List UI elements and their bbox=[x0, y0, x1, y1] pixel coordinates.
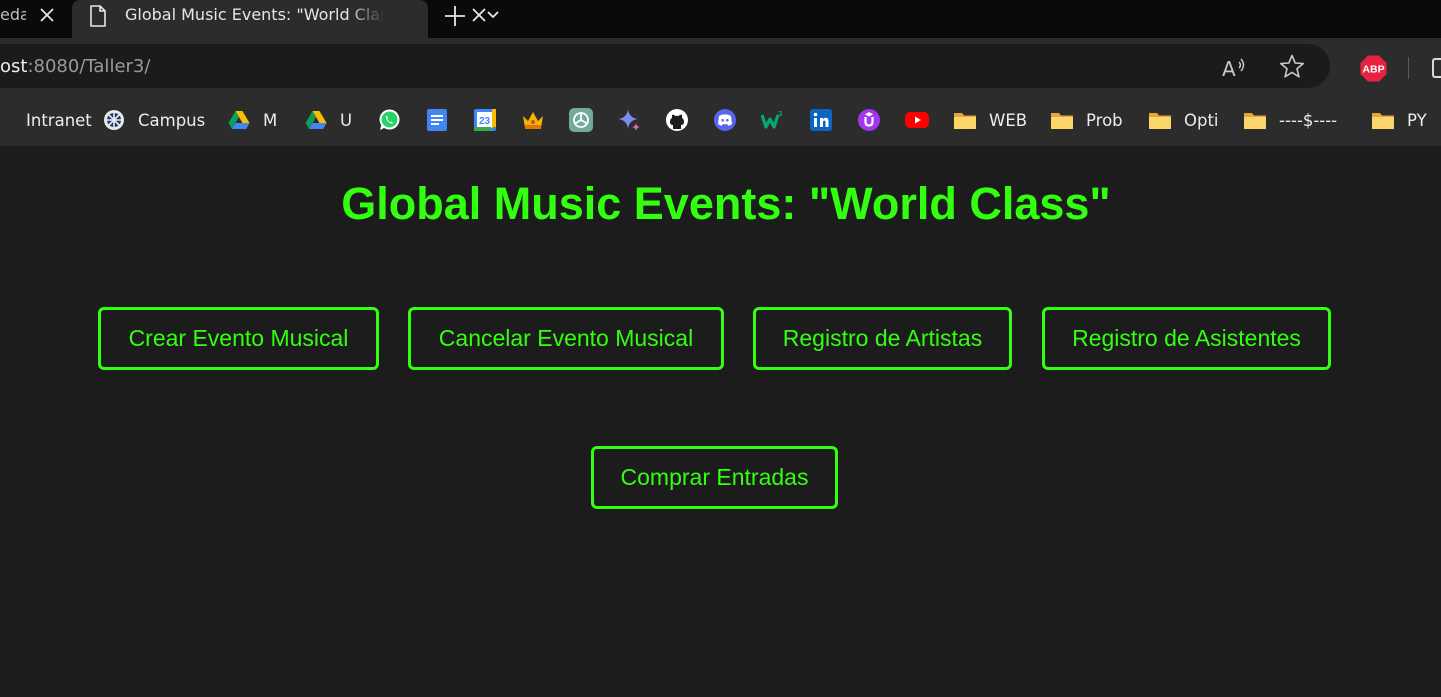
url-host: ost bbox=[0, 56, 28, 77]
whatsapp-icon bbox=[379, 109, 400, 130]
star-icon[interactable] bbox=[1278, 53, 1306, 81]
bookmark-intranet[interactable]: Intranet bbox=[0, 106, 92, 134]
discord-icon bbox=[714, 109, 736, 131]
bookmark-folder-py[interactable]: PY bbox=[1371, 106, 1427, 134]
bookmark-drive-m[interactable]: M bbox=[227, 106, 277, 134]
tab-title: Global Music Events: "World Class" bbox=[125, 5, 385, 24]
page-icon bbox=[88, 4, 108, 32]
youtube-icon bbox=[905, 112, 929, 128]
chatgpt-icon bbox=[569, 108, 593, 132]
github-icon bbox=[666, 109, 688, 131]
folder-icon bbox=[1149, 113, 1171, 129]
udemy-icon bbox=[858, 109, 880, 131]
registro-artistas-button[interactable]: Registro de Artistas bbox=[753, 307, 1012, 370]
bookmark-crown[interactable] bbox=[521, 106, 545, 134]
chevron-down-icon bbox=[487, 11, 499, 19]
browser-toolbar: ost:8080/Taller3/ A ABP bbox=[0, 38, 1441, 92]
bookmark-folder-money[interactable]: ----$---- bbox=[1243, 106, 1337, 134]
crear-evento-button[interactable]: Crear Evento Musical bbox=[98, 307, 379, 370]
tab-active[interactable]: Global Music Events: "World Class" bbox=[72, 0, 486, 38]
tab-previous[interactable]: eda bbox=[0, 0, 68, 38]
bookmark-folder-prob[interactable]: Prob bbox=[1050, 106, 1123, 134]
bookmark-linkedin[interactable] bbox=[809, 106, 833, 134]
bookmark-folder-opti[interactable]: Opti bbox=[1148, 106, 1219, 134]
bookmark-label: Campus bbox=[138, 110, 206, 130]
linkedin-icon bbox=[810, 109, 832, 131]
address-bar[interactable]: ost:8080/Taller3/ bbox=[0, 44, 1330, 88]
close-icon[interactable] bbox=[36, 4, 58, 26]
plus-icon bbox=[445, 6, 465, 26]
page-content: Global Music Events: "World Class" Crear… bbox=[0, 148, 1441, 697]
bookmark-campus[interactable]: Campus bbox=[102, 106, 205, 134]
bookmark-label: PY bbox=[1407, 110, 1427, 130]
svg-text:A: A bbox=[1222, 57, 1236, 81]
read-aloud-icon[interactable]: A bbox=[1220, 54, 1248, 82]
folder-icon bbox=[1051, 113, 1073, 129]
partial-icon bbox=[0, 108, 14, 132]
bookmark-label: Intranet bbox=[26, 110, 92, 130]
google-calendar-icon: 23 bbox=[474, 109, 496, 131]
bookmark-label: M bbox=[263, 110, 278, 130]
url-path: :8080/Taller3/ bbox=[27, 56, 151, 77]
bookmark-docs[interactable] bbox=[425, 106, 449, 134]
tab-title: eda bbox=[0, 5, 26, 24]
folder-icon bbox=[954, 113, 976, 129]
bookmark-label: U bbox=[340, 110, 353, 130]
crown-icon bbox=[523, 112, 543, 129]
bookmark-calendar[interactable]: 23 bbox=[473, 106, 497, 134]
wheel-icon bbox=[104, 110, 124, 130]
address-url[interactable]: ost:8080/Taller3/ bbox=[0, 56, 150, 77]
google-docs-icon bbox=[427, 109, 447, 131]
bookmark-udemy[interactable] bbox=[857, 106, 881, 134]
svg-text:3: 3 bbox=[779, 111, 783, 118]
cancelar-evento-button[interactable]: Cancelar Evento Musical bbox=[408, 307, 724, 370]
registro-asistentes-button[interactable]: Registro de Asistentes bbox=[1042, 307, 1331, 370]
bookmark-drive-u[interactable]: U bbox=[304, 106, 352, 134]
bookmark-gemini[interactable] bbox=[617, 106, 641, 134]
gemini-icon bbox=[618, 109, 640, 131]
bookmarks-bar: Intranet Campus M U 23 3 WEB Prob Opti -… bbox=[0, 92, 1441, 147]
bookmark-label: ----$---- bbox=[1279, 110, 1338, 130]
abp-label: ABP bbox=[1362, 64, 1384, 76]
adblock-plus-icon[interactable]: ABP bbox=[1360, 55, 1387, 82]
bookmark-w3schools[interactable]: 3 bbox=[761, 106, 785, 134]
bookmark-label: WEB bbox=[989, 110, 1028, 130]
comprar-entradas-button[interactable]: Comprar Entradas bbox=[591, 446, 838, 509]
page-title: Global Music Events: "World Class" bbox=[341, 178, 1111, 229]
tab-list-dropdown[interactable] bbox=[483, 5, 503, 25]
folder-icon bbox=[1244, 113, 1266, 129]
bookmark-whatsapp[interactable] bbox=[377, 106, 401, 134]
w3schools-icon: 3 bbox=[761, 111, 783, 129]
calendar-day: 23 bbox=[479, 116, 491, 127]
tab-strip: eda Global Music Events: "World Class" bbox=[0, 0, 1441, 38]
bookmark-label: Opti bbox=[1184, 110, 1219, 130]
bookmark-discord[interactable] bbox=[713, 106, 737, 134]
new-tab-button[interactable] bbox=[442, 3, 468, 29]
google-drive-icon bbox=[228, 111, 250, 129]
bookmark-chatgpt[interactable] bbox=[569, 106, 593, 134]
bookmark-github[interactable] bbox=[665, 106, 689, 134]
bookmark-label: Prob bbox=[1086, 110, 1123, 130]
collections-icon[interactable] bbox=[1432, 58, 1441, 78]
google-drive-icon bbox=[305, 111, 327, 129]
bookmark-folder-web[interactable]: WEB bbox=[953, 106, 1027, 134]
folder-icon bbox=[1372, 113, 1394, 129]
toolbar-divider bbox=[1408, 57, 1409, 79]
bookmark-youtube[interactable] bbox=[905, 106, 929, 134]
